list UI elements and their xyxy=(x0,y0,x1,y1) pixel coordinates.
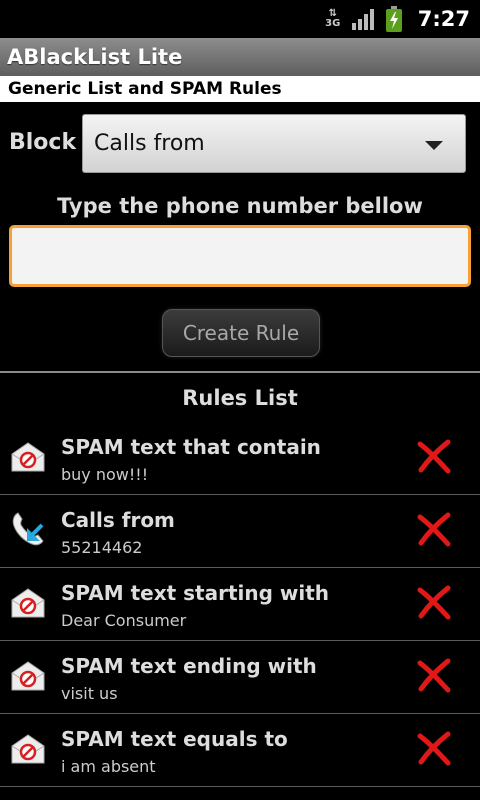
spam-envelope-icon xyxy=(11,661,45,691)
spam-envelope-icon xyxy=(11,734,45,764)
status-bar: ⇅ 3G 7:27 xyxy=(0,0,480,38)
rule-title: SPAM text ending with xyxy=(61,654,317,678)
delete-icon[interactable] xyxy=(416,511,452,547)
delete-icon[interactable] xyxy=(416,657,452,693)
dropdown-arrow-icon xyxy=(425,141,443,150)
block-type-value: Calls from xyxy=(94,131,205,156)
delete-icon[interactable] xyxy=(416,730,452,766)
rules-list-title: Rules List xyxy=(182,386,298,410)
rule-value: i am absent xyxy=(61,757,156,776)
phone-prompt: Type the phone number bellow xyxy=(57,194,423,218)
block-label: Block xyxy=(9,130,77,155)
rule-item[interactable]: Calls from 55214462 xyxy=(0,495,480,568)
rule-item[interactable]: SPAM text ending with visit us xyxy=(0,641,480,714)
rule-value: buy now!!! xyxy=(61,465,149,484)
spam-envelope-icon xyxy=(11,588,45,618)
rule-title: Calls from xyxy=(61,508,175,532)
rule-item[interactable]: SPAM text equals to i am absent xyxy=(0,714,480,787)
rule-item[interactable]: SPAM text that contain buy now!!! xyxy=(0,422,480,495)
rule-value: 55214462 xyxy=(61,538,143,557)
clock: 7:27 xyxy=(417,7,470,31)
rule-title: SPAM text that contain xyxy=(61,435,321,459)
battery-charging-icon xyxy=(385,6,402,32)
rule-title: SPAM text starting with xyxy=(61,581,330,605)
rule-item[interactable]: SPAM text starting with Dear Consumer xyxy=(0,568,480,641)
block-type-dropdown[interactable]: Calls from xyxy=(82,114,466,173)
delete-icon[interactable] xyxy=(416,584,452,620)
rule-value: Dear Consumer xyxy=(61,611,187,630)
app-title: ABlackList Lite xyxy=(7,45,183,69)
section-subtitle: Generic List and SPAM Rules xyxy=(0,76,480,102)
phone-number-input[interactable] xyxy=(9,225,471,287)
rule-value: visit us xyxy=(61,684,118,703)
rules-list: SPAM text that contain buy now!!! Calls … xyxy=(0,422,480,787)
incoming-call-icon xyxy=(12,512,44,546)
create-rule-button[interactable]: Create Rule xyxy=(162,309,320,357)
title-bar: ABlackList Lite xyxy=(0,38,480,76)
divider xyxy=(0,371,480,373)
rule-title: SPAM text equals to xyxy=(61,727,288,751)
signal-icon xyxy=(351,8,376,30)
delete-icon[interactable] xyxy=(416,438,452,474)
spam-envelope-icon xyxy=(11,442,45,472)
data-transfer-icon: ⇅ 3G xyxy=(325,8,341,29)
